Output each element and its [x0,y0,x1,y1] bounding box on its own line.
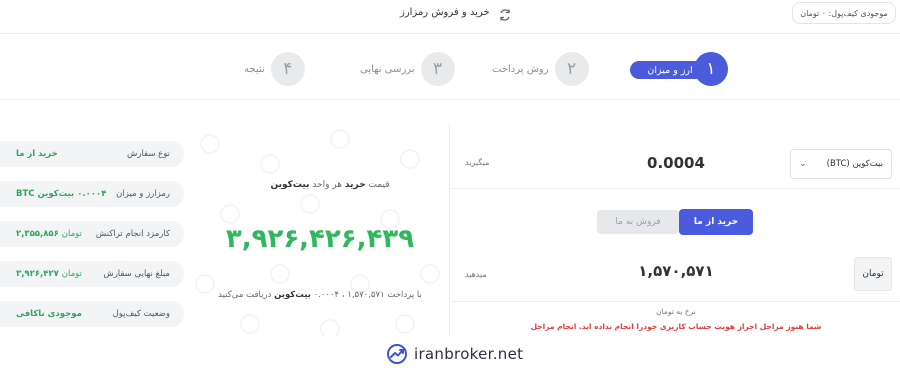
trend-icon [387,344,407,364]
coin-select[interactable]: بیت‌کوین (BTC) ⌄ [790,149,892,179]
top-bar: موجودی کیف‌پول: ۰ تومان خرید و فروش رمزا… [0,0,900,34]
brand-logo: iranbroker.net [386,342,523,366]
divider [451,188,900,189]
chevron-down-icon: ⌄ [799,159,807,169]
total-unit: تومان [61,269,82,279]
payment-summary-caption: با پرداخت ۱,۵۷۰,۵۷۱ ، ۰.۰۰۰۴ بیت‌کوین در… [218,290,422,300]
wallet-balance[interactable]: موجودی کیف‌پول: ۰ تومان [792,2,896,24]
coin-amount-value: ۰.۰۰۰۴ بیت‌کوین BTC [16,189,107,199]
step-3[interactable]: بررسی نهایی ۳ [360,52,455,86]
currency-selector[interactable]: تومان [854,257,892,291]
step-2[interactable]: روش پرداخت ۲ [492,52,589,86]
kyc-link[interactable]: انجام مراحل [531,322,577,331]
fee-unit: تومان [61,229,82,239]
fee-label: کارمزد انجام تراکنش [95,229,170,239]
order-type-label: نوع سفارش [126,149,170,159]
step-4[interactable]: نتیجه ۴ [244,52,305,86]
step-label: روش پرداخت [492,63,549,75]
pay-amount-input[interactable]: ۱,۵۷۰,۵۷۱ [616,262,736,280]
fee-value: تومان ۲,۳۵۵,۸۵۶ [16,229,82,239]
coin-select-value: بیت‌کوین (BTC) [826,159,883,169]
kyc-warning-text: شما هنوز مراحل احراز هویت حساب کاربری خو… [578,322,822,331]
summary-row-wallet-status: موجودی ناکافی وضعیت کیف‌پول [0,301,184,327]
step-1[interactable]: ارز و میزان ۱ [630,52,728,86]
summary-row-fee: تومان ۲,۳۵۵,۸۵۶ کارمزد انجام تراکنش [0,221,184,247]
swap-icon [500,9,510,21]
brand-name: iranbroker.net [414,345,524,363]
total-value: تومان ۳,۹۲۶,۴۲۷ [16,269,82,279]
wallet-status-label: وضعیت کیف‌پول [112,309,170,319]
wallet-status-value: موجودی ناکافی [16,309,82,319]
summary-row-order-type: خرید از ما نوع سفارش [0,141,184,167]
checkout-stepper: ارز و میزان ۱ روش پرداخت ۲ بررسی نهایی ۳… [0,34,900,100]
receive-amount-input[interactable]: 0.0004 [616,154,736,172]
receive-label: میگیرید [465,158,490,167]
summary-row-coin-amount: ۰.۰۰۰۴ بیت‌کوین BTC رمزارز و میزان [0,181,184,207]
order-type-value: خرید از ما [16,149,58,159]
fee-amount: ۲,۳۵۵,۸۵۶ [16,229,59,239]
coin-amount-label: رمزارز و میزان [116,189,170,199]
step-number: ۱ [694,52,728,86]
step-number: ۴ [270,52,305,86]
step-number: ۲ [554,52,589,86]
pay-label: میدهید [465,270,487,279]
page-title: خرید و فروش رمزارز [400,7,490,18]
summary-row-total: تومان ۳,۹۲۶,۴۲۷ مبلغ نهایی سفارش [0,261,184,287]
order-summary-panel: خرید از ما نوع سفارش ۰.۰۰۰۴ بیت‌کوین BTC… [0,124,450,336]
rate-caption: نرخ به تومان [656,307,696,316]
unit-price-value: ۳,۹۲۶,۴۲۶,۴۳۹ [225,224,415,254]
step-label: بررسی نهایی [360,63,415,75]
step-number: ۳ [420,52,455,86]
kyc-warning: شما هنوز مراحل احراز هویت حساب کاربری خو… [461,322,891,331]
total-amount: ۳,۹۲۶,۴۲۷ [16,269,59,279]
unit-price-caption: قیمت خرید هر واحد بیت‌کوین [270,180,390,190]
step-label: نتیجه [244,63,265,75]
buy-from-us-button[interactable]: خرید از ما [679,209,753,235]
trade-form-panel: بیت‌کوین (BTC) ⌄ 0.0004 میگیرید فروش به … [451,124,900,336]
total-label: مبلغ نهایی سفارش [103,269,170,279]
sell-to-us-button[interactable]: فروش به ما [597,210,679,234]
divider [451,301,900,302]
